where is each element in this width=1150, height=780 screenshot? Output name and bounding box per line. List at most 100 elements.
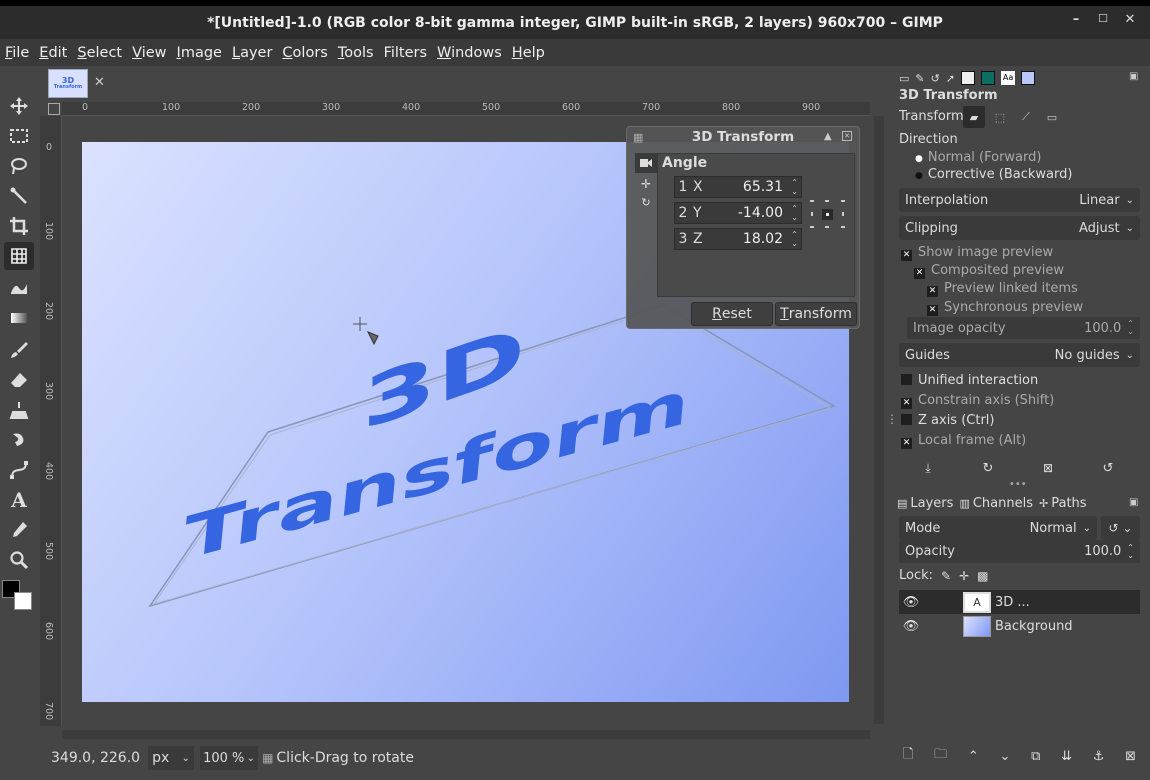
lock-alpha-icon[interactable]: ▩ xyxy=(977,569,988,583)
move-tab-icon[interactable]: ✛ xyxy=(635,175,657,193)
delete-layer-icon[interactable]: ⊠ xyxy=(1125,749,1136,764)
eraser-icon[interactable] xyxy=(4,366,34,394)
close-button[interactable]: ✕ xyxy=(1117,12,1143,27)
layer-mode-dropdown[interactable]: Mode Normal ⌄ xyxy=(899,516,1097,540)
angle-z-field[interactable]: 3 Z 18.02 ⌃ ⌄ xyxy=(674,228,802,250)
unit-select[interactable]: px ⌄ xyxy=(148,746,195,770)
overlay-close-icon[interactable]: ✕ xyxy=(842,131,852,141)
device-status-tab-icon[interactable]: ✎ xyxy=(915,72,924,85)
layer-row[interactable]: 👁 Background xyxy=(899,614,1140,638)
colors-tab-icon[interactable] xyxy=(961,71,976,85)
tool-options-tab-icon[interactable]: ▭ xyxy=(899,72,909,85)
visibility-eye-icon[interactable]: 👁 xyxy=(899,595,923,610)
anchor-layer-icon[interactable]: ⚓ xyxy=(1093,749,1105,764)
reset-options-icon[interactable]: ↺ xyxy=(1099,459,1117,477)
overlay-collapse-icon[interactable]: ▲ xyxy=(824,131,832,142)
transform-layer-icon[interactable]: ▰ xyxy=(963,106,985,128)
guides-dropdown[interactable]: Guides No guides ⌄ xyxy=(899,343,1140,367)
quick-mask-toggle[interactable] xyxy=(48,103,60,115)
menu-file[interactable]: File xyxy=(4,45,30,61)
vertical-scrollbar[interactable] xyxy=(874,116,884,724)
duplicate-layer-icon[interactable]: ⧉ xyxy=(1031,749,1040,764)
restore-options-icon[interactable]: ↻ xyxy=(979,459,997,477)
tab-close-icon[interactable]: ✕ xyxy=(94,75,105,90)
interpolation-dropdown[interactable]: Interpolation Linear ⌄ xyxy=(899,188,1140,212)
camera-tab-icon[interactable] xyxy=(635,153,657,173)
rect-select-icon[interactable] xyxy=(4,122,34,150)
smudge-icon[interactable] xyxy=(4,426,34,454)
layer-row[interactable]: 👁 A 3D ... xyxy=(899,590,1140,614)
direction-normal-radio[interactable]: ● Normal (Forward) xyxy=(915,150,1041,165)
lasso-icon[interactable] xyxy=(4,152,34,180)
constrain-axis-checkbox[interactable]: ✕ Constrain axis (Shift) xyxy=(901,393,1054,409)
warp-tool-icon[interactable] xyxy=(4,274,34,302)
unified-transform-icon[interactable] xyxy=(4,242,34,270)
color-picker-icon[interactable] xyxy=(4,516,34,544)
crop-icon[interactable] xyxy=(4,212,34,240)
transform-selection-icon[interactable]: ⬚ xyxy=(989,106,1011,128)
angle-y-field[interactable]: 2 Y -14.00 ⌃ ⌄ xyxy=(674,202,802,224)
merge-down-icon[interactable]: ⇊ xyxy=(1061,749,1072,764)
fuzzy-select-icon[interactable] xyxy=(4,182,34,210)
menu-windows[interactable]: Windows xyxy=(436,45,503,61)
menu-help[interactable]: Help xyxy=(511,45,546,61)
menu-image[interactable]: Image xyxy=(176,45,223,61)
menu-edit[interactable]: Edit xyxy=(38,45,68,61)
patterns-tab-icon[interactable] xyxy=(981,71,996,85)
transform-button[interactable]: Transform xyxy=(775,302,857,326)
undo-history-tab-icon[interactable]: ↺ xyxy=(931,72,940,85)
layer-opacity-slider[interactable]: Opacity 100.0 ⌃ ⌄ xyxy=(899,540,1140,563)
tab-paths[interactable]: Paths xyxy=(1051,496,1086,511)
pivot-selector-icon[interactable] xyxy=(808,194,848,234)
reset-button[interactable]: Reset xyxy=(691,302,773,326)
menu-view[interactable]: View xyxy=(131,45,167,61)
save-options-icon[interactable]: ⤓ xyxy=(919,459,937,477)
z-axis-checkbox[interactable]: Z axis (Ctrl) xyxy=(901,413,995,428)
delete-options-icon[interactable]: ⊠ xyxy=(1039,459,1057,477)
menu-select[interactable]: Select xyxy=(76,45,123,61)
angle-x-field[interactable]: 1 X 65.31 ⌃ ⌄ xyxy=(674,176,802,198)
direction-corrective-radio[interactable]: ● Corrective (Backward) xyxy=(915,167,1072,182)
menu-layer[interactable]: Layer xyxy=(231,45,273,61)
composited-preview-checkbox[interactable]: ✕ Composited preview xyxy=(914,263,1064,279)
transform-path-icon[interactable]: ⟋ xyxy=(1015,106,1037,128)
gradient-icon[interactable] xyxy=(4,304,34,332)
tab-layers[interactable]: Layers xyxy=(910,496,953,511)
sync-preview-checkbox[interactable]: ✕ Synchronous preview xyxy=(927,300,1083,316)
dock-resize-handle[interactable]: ⋮ xyxy=(886,412,898,426)
text-tool-icon[interactable]: A xyxy=(4,486,34,514)
pointer-tab-icon[interactable]: ➚ xyxy=(946,72,955,85)
move-tool-icon[interactable] xyxy=(4,92,34,120)
visibility-eye-icon[interactable]: 👁 xyxy=(899,619,923,634)
clipping-dropdown[interactable]: Clipping Adjust ⌄ xyxy=(899,216,1140,240)
maximize-button[interactable]: ☐ xyxy=(1090,12,1116,25)
fonts-tab-icon[interactable]: Aa xyxy=(1001,71,1016,85)
paintbrush-icon[interactable] xyxy=(4,336,34,364)
paths-icon[interactable] xyxy=(4,456,34,484)
horizontal-scrollbar[interactable] xyxy=(62,730,870,739)
rotate-tab-icon[interactable]: ↻ xyxy=(635,193,657,211)
transform-image-icon[interactable]: ▭ xyxy=(1041,106,1063,128)
menu-tools[interactable]: Tools xyxy=(337,45,375,61)
lock-position-icon[interactable]: ✛ xyxy=(959,569,969,583)
layers-dock-menu-icon[interactable]: ▣ xyxy=(1129,497,1138,508)
new-layer-group-icon[interactable]: 🗀 xyxy=(934,745,947,767)
minimize-button[interactable]: – xyxy=(1063,12,1089,27)
show-preview-checkbox[interactable]: ✕ Show image preview xyxy=(901,245,1053,261)
background-color-swatch[interactable] xyxy=(14,592,32,610)
preview-linked-checkbox[interactable]: ✕ Preview linked items xyxy=(927,281,1078,297)
image-tab-thumbnail[interactable]: 3D Transform xyxy=(48,69,88,98)
dock-menu-icon[interactable]: ▣ xyxy=(1129,71,1138,82)
menu-colors[interactable]: Colors xyxy=(281,45,328,61)
lower-layer-icon[interactable]: ⌄ xyxy=(999,749,1010,764)
images-tab-icon[interactable] xyxy=(1021,71,1036,85)
raise-layer-icon[interactable]: ⌃ xyxy=(968,749,979,764)
zoom-select[interactable]: 100 % ⌄ xyxy=(200,746,259,770)
local-frame-checkbox[interactable]: ✕ Local frame (Alt) xyxy=(901,433,1026,449)
image-opacity-slider[interactable]: Image opacity 100.0 ⌃ ⌄ xyxy=(907,317,1140,339)
clone-icon[interactable] xyxy=(4,396,34,424)
unified-interaction-checkbox[interactable]: Unified interaction xyxy=(901,373,1038,388)
new-layer-icon[interactable]: 🗋 xyxy=(903,745,913,767)
layer-composite-mode-button[interactable]: ↺ ⌄ xyxy=(1101,516,1140,540)
lock-pixels-icon[interactable]: ✎ xyxy=(941,569,951,583)
